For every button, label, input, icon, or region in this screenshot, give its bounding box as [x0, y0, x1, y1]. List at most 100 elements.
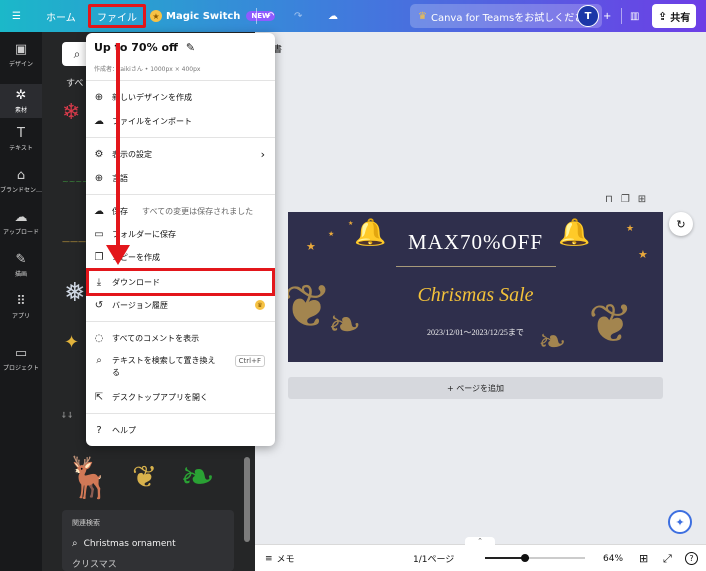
- nav-item-design[interactable]: ▣ デザイン: [0, 42, 42, 76]
- file-menu-button[interactable]: ファイル: [88, 4, 146, 28]
- banner-subtitle: Chrismas Sale: [417, 284, 534, 306]
- divider: [86, 194, 275, 195]
- related-search-item[interactable]: クリスマス: [72, 557, 224, 570]
- nav-item-label: デザイン: [8, 61, 33, 68]
- menu-item-version-history[interactable]: ↺ バージョン履歴 ♛: [86, 295, 275, 315]
- menu-item-language[interactable]: ⊕ 言語: [86, 168, 275, 188]
- home-button[interactable]: ホーム: [46, 0, 76, 32]
- canvas-area: 書 ⊓ ❐ ⊞ ↻ ❦ ❧ ❦ ❧ ★ ★ ★ ★ ★ 🔔 🔔 MAX70%OF…: [255, 32, 706, 544]
- folder-icon: ▭: [94, 228, 104, 240]
- refresh-icon[interactable]: ↻: [669, 212, 693, 236]
- cloud-check-icon: ☁: [94, 205, 104, 217]
- branch-graphic[interactable]: ⸸ ⸸: [62, 410, 72, 421]
- hamburger-icon[interactable]: ☰: [12, 0, 21, 32]
- panel-heading: すべ: [66, 79, 84, 89]
- divider: [86, 321, 275, 322]
- try-teams-button[interactable]: ♛ Canva for Teamsをお試しください: [410, 4, 603, 28]
- undo-icon[interactable]: ↶: [266, 0, 274, 32]
- menu-item-label: 新しいデザインを作成: [112, 92, 192, 102]
- menu-item-label: デスクトップアプリを開く: [112, 392, 208, 402]
- redo-icon[interactable]: ↷: [294, 0, 302, 32]
- add-page-icon[interactable]: ⊞: [638, 194, 646, 205]
- cloud-upload-icon: ☁: [94, 115, 104, 127]
- garland-graphic[interactable]: ~~~~: [62, 177, 89, 186]
- menu-item-save-to-folder[interactable]: ▭ フォルダーに保存: [86, 224, 275, 244]
- notes-button[interactable]: ≡ メモ: [265, 545, 295, 571]
- history-icon: ↺: [94, 299, 104, 311]
- chevron-up-icon[interactable]: ⌃: [465, 537, 495, 547]
- menu-item-label: 保存: [112, 206, 128, 216]
- menu-item-import[interactable]: ☁ ファイルをインポート: [86, 111, 275, 131]
- menu-item-help[interactable]: ? ヘルプ: [86, 420, 275, 440]
- menu-item-desktop-app[interactable]: ⇱ デスクトップアプリを開く: [86, 387, 275, 407]
- nav-item-uploads[interactable]: ☁ アップロード: [0, 210, 42, 244]
- menu-item-label: ヘルプ: [112, 425, 136, 435]
- fullscreen-icon[interactable]: ⤢: [663, 545, 672, 571]
- design-title[interactable]: Up to 70% off ✎: [94, 41, 195, 54]
- file-dropdown-menu: Up to 70% off ✎ 作成者：taikiさん • 1000px × 4…: [86, 33, 275, 446]
- chevron-right-icon: ›: [260, 147, 265, 161]
- nav-item-draw[interactable]: ✎ 描画: [0, 252, 42, 286]
- top-bar: ☰ ホーム ファイル ★ Magic Switch NEW ↶ ↷ ☁ ♛ Ca…: [0, 0, 706, 32]
- menu-item-label: フォルダーに保存: [112, 229, 176, 239]
- insights-chart-icon[interactable]: ▥: [630, 0, 639, 32]
- annotation-arrow-head: [106, 245, 130, 265]
- related-search-label: Christmas ornament: [83, 538, 176, 549]
- holly-graphic[interactable]: ❧: [180, 452, 215, 501]
- nav-item-label: アプリ: [11, 313, 30, 320]
- gold-line-graphic[interactable]: ———: [62, 237, 86, 246]
- add-page-button[interactable]: + ページを追加: [288, 377, 663, 399]
- nav-item-label: アップロード: [2, 229, 39, 236]
- snowflake-graphic[interactable]: ❅: [64, 278, 86, 308]
- cloud-saved-icon[interactable]: ☁: [328, 0, 338, 32]
- nav-item-label: プロジェクト: [2, 365, 39, 372]
- avatar[interactable]: T: [577, 5, 599, 27]
- page-tools: ⊓ ❐ ⊞: [605, 194, 646, 205]
- grid-view-icon[interactable]: ⊞: [639, 545, 648, 571]
- page-count[interactable]: 1/1ページ: [413, 545, 454, 571]
- nav-item-apps[interactable]: ⠿ アプリ: [0, 294, 42, 328]
- nav-item-text[interactable]: T テキスト: [0, 126, 42, 160]
- menu-item-save[interactable]: ☁ 保存 すべての変更は保存されました: [86, 201, 275, 221]
- add-member-icon[interactable]: +: [603, 0, 611, 32]
- try-teams-label: Canva for Teamsをお試しください: [430, 12, 595, 24]
- zoom-level[interactable]: 64%: [603, 545, 623, 571]
- menu-item-find-replace[interactable]: ⌕ テキストを検索して置き換える Ctrl+F: [86, 353, 275, 381]
- duplicate-icon[interactable]: ❐: [621, 194, 630, 205]
- banner-title: MAX70%OFF: [407, 230, 544, 254]
- magic-switch-label: Magic Switch: [166, 10, 241, 22]
- ornament-graphic[interactable]: ❦: [132, 460, 157, 495]
- draw-icon: ✎: [15, 252, 27, 267]
- snowflake-graphic[interactable]: ❄: [62, 100, 80, 125]
- design-meta: 作成者：taikiさん • 1000px × 400px: [94, 66, 201, 73]
- banner-divider: [396, 266, 556, 267]
- annotation-arrow-shaft: [116, 43, 120, 247]
- design-banner[interactable]: ❦ ❧ ❦ ❧ ★ ★ ★ ★ ★ 🔔 🔔 MAX70%OFF Chrismas…: [288, 212, 663, 362]
- share-button[interactable]: ⇪ 共有: [652, 4, 697, 28]
- bottom-bar: ⌃ ≡ メモ 1/1ページ 64% ⊞ ⤢ ?: [255, 537, 706, 571]
- zoom-slider-handle[interactable]: [521, 554, 529, 562]
- menu-item-new-design[interactable]: ⊕ 新しいデザインを作成: [86, 87, 275, 107]
- globe-icon: ⊕: [94, 172, 104, 184]
- magic-sparkle-icon[interactable]: ✦: [668, 510, 692, 534]
- reindeer-graphic[interactable]: 🦌: [64, 454, 114, 501]
- nav-item-elements[interactable]: ✲ 素材: [0, 84, 42, 118]
- zoom-slider-rest: [529, 557, 585, 559]
- related-search-item[interactable]: ⌕ Christmas ornament: [72, 538, 224, 549]
- nav-item-brand[interactable]: ⌂ ブランドセン…: [0, 168, 42, 202]
- search-icon: ⌕: [96, 355, 102, 366]
- comment-icon: ◌: [94, 332, 104, 344]
- lock-icon[interactable]: ⊓: [605, 194, 613, 205]
- help-button[interactable]: ?: [685, 552, 698, 565]
- menu-item-view-settings[interactable]: ⚙ 表示の設定 ›: [86, 144, 275, 164]
- panel-scrollbar[interactable]: [244, 457, 250, 542]
- design-title-text: Up to 70% off: [94, 41, 178, 54]
- pencil-icon[interactable]: ✎: [186, 41, 195, 54]
- search-icon: ⌕: [72, 538, 78, 549]
- nav-item-projects[interactable]: ▭ プロジェクト: [0, 346, 42, 380]
- share-label: 共有: [670, 12, 691, 24]
- menu-item-show-comments[interactable]: ◌ すべてのコメントを表示: [86, 328, 275, 348]
- notes-label: メモ: [276, 555, 295, 565]
- share-upload-icon: ⇪: [658, 9, 668, 23]
- tree-graphic[interactable]: ✦: [64, 332, 79, 353]
